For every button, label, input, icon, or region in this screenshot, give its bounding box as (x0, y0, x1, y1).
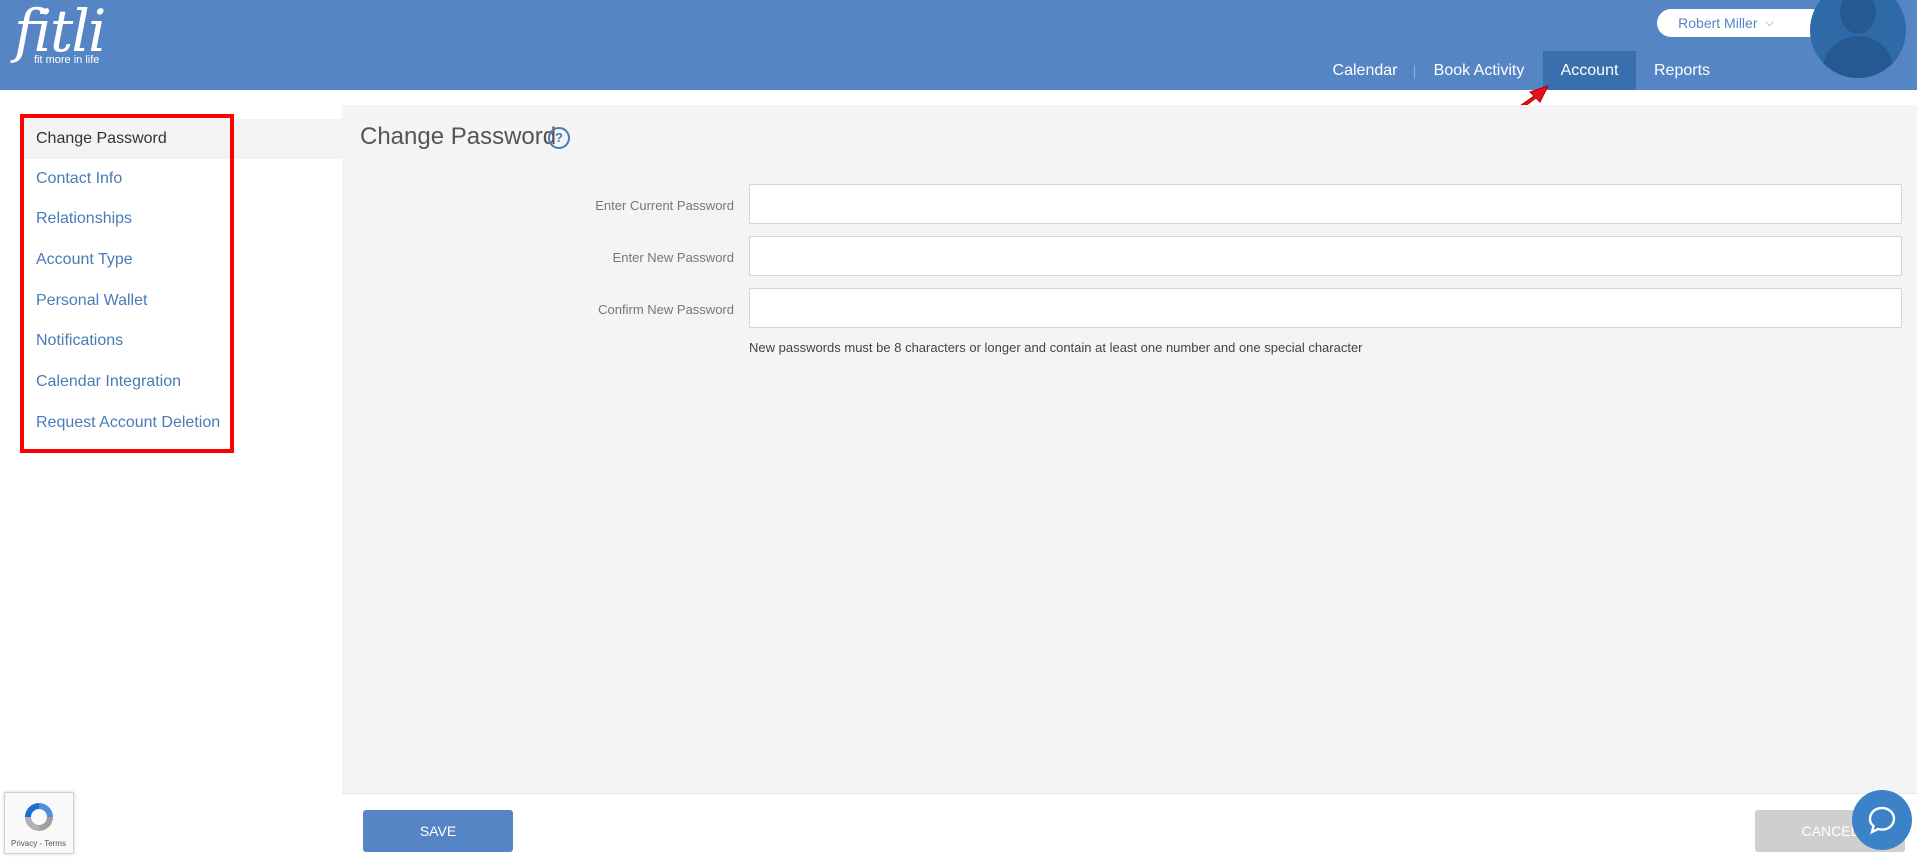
sidebar-item-change-password[interactable]: Change Password (22, 119, 342, 159)
nav-account[interactable]: Account (1543, 51, 1636, 90)
account-sidebar: Change Password Contact Info Relationshi… (0, 90, 342, 864)
sidebar-item-contact-info[interactable]: Contact Info (22, 159, 342, 199)
main-nav: Calendar Book Activity Account Reports (0, 51, 1917, 90)
recaptcha-badge[interactable]: Privacy - Terms (4, 792, 74, 854)
sidebar-item-notifications[interactable]: Notifications (22, 321, 342, 361)
nav-reports[interactable]: Reports (1644, 51, 1720, 90)
nav-calendar[interactable]: Calendar (1320, 51, 1410, 90)
chat-bubble-icon[interactable] (1852, 790, 1912, 850)
sidebar-item-relationships[interactable]: Relationships (22, 199, 342, 239)
new-password-label: Enter New Password (612, 250, 734, 265)
recaptcha-links[interactable]: Privacy - Terms (11, 839, 66, 848)
user-name: Robert Miller (1678, 15, 1758, 31)
sidebar-item-personal-wallet[interactable]: Personal Wallet (22, 281, 342, 321)
sidebar-item-account-type[interactable]: Account Type (22, 240, 342, 280)
page-title: Change Password (360, 123, 557, 150)
nav-separator (1414, 65, 1415, 79)
chevron-down-icon: ⌵ (1765, 16, 1774, 29)
top-header: fitli fit more in life Robert Miller ⌵ C… (0, 0, 1917, 90)
current-password-label: Enter Current Password (595, 198, 734, 213)
chat-icon-glyph (1868, 806, 1896, 835)
confirm-password-label: Confirm New Password (598, 302, 734, 317)
form-footer: SAVE CANCEL (342, 793, 1917, 865)
password-requirements-hint: New passwords must be 8 characters or lo… (749, 340, 1363, 355)
user-silhouette-icon (1840, 0, 1876, 34)
question-circle-icon[interactable]: ? (548, 127, 570, 149)
confirm-password-input[interactable] (749, 288, 1902, 328)
sidebar-item-calendar-integration[interactable]: Calendar Integration (22, 362, 342, 402)
change-password-panel: Change Password ? Enter Current Password… (342, 105, 1917, 793)
new-password-input[interactable] (749, 236, 1902, 276)
user-menu-button[interactable]: Robert Miller ⌵ (1657, 9, 1825, 37)
sidebar-item-request-account-deletion[interactable]: Request Account Deletion (22, 403, 342, 443)
save-button[interactable]: SAVE (363, 810, 513, 852)
recaptcha-icon (25, 803, 53, 831)
current-password-input[interactable] (749, 184, 1902, 224)
